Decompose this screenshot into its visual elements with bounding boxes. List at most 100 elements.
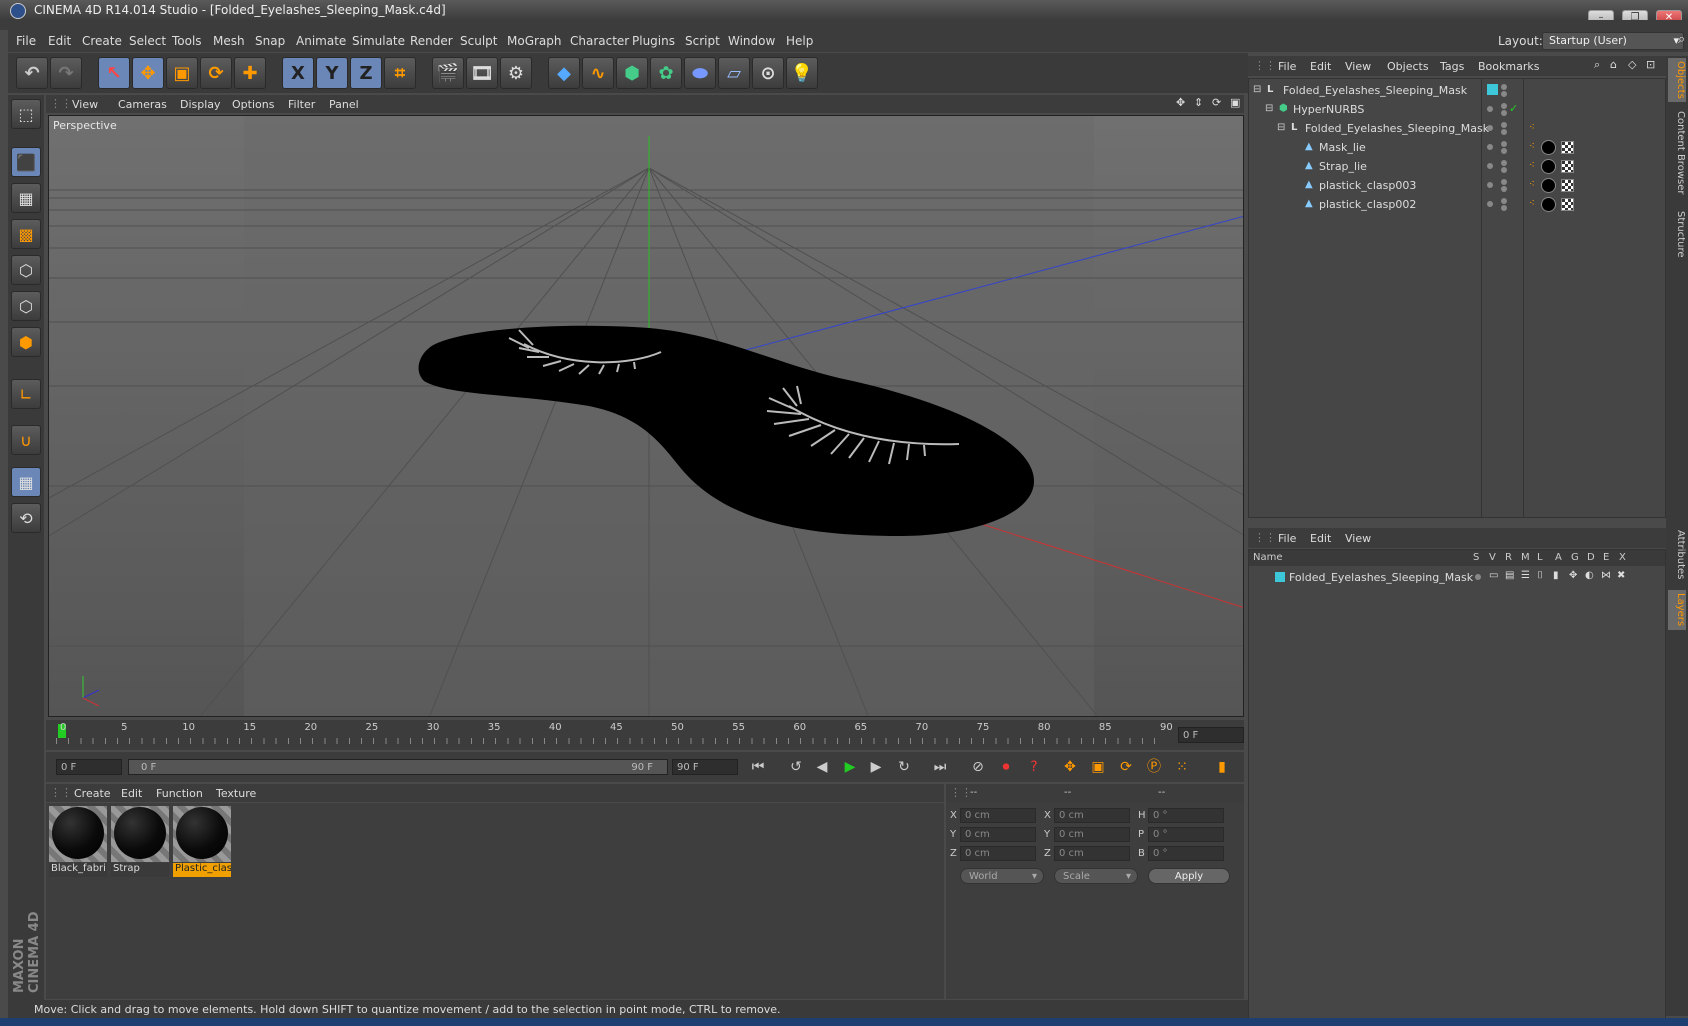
material-menu-function[interactable]: Function [156,787,203,800]
home-icon[interactable]: ⌂ [1610,58,1617,71]
menu-snap[interactable]: Snap [255,34,285,48]
editor-dot-icon[interactable] [1501,160,1507,166]
enabled-check-icon[interactable]: ✓ [1509,102,1518,115]
menu-window[interactable]: Window [728,34,775,48]
object-row[interactable]: ▲ plastick_clasp002 ⁖ [1249,195,1665,214]
material-swatch[interactable]: Black_fabri [49,806,107,878]
editor-dot-icon[interactable] [1501,198,1507,204]
add-icon[interactable]: ✚ [234,57,266,89]
viewport-menu-options[interactable]: Options [232,98,274,111]
select-icon[interactable]: ↖ [98,57,130,89]
object-row[interactable]: ▲ plastick_clasp003 ⁖ [1249,176,1665,195]
floor-icon[interactable]: ▱ [718,57,750,89]
objects-menu-bookmarks[interactable]: Bookmarks [1478,60,1539,73]
column-solo[interactable]: S [1473,552,1479,563]
render-dot-icon[interactable] [1501,129,1507,135]
objects-menu-tags[interactable]: Tags [1440,60,1464,73]
xref-toggle-icon[interactable]: ✖ [1617,570,1625,581]
material-tag-icon[interactable] [1541,140,1556,155]
key-scale-icon[interactable]: ▣ [1086,755,1110,779]
objects-menu-view[interactable]: View [1345,60,1371,73]
phong-tag-icon[interactable]: ⁖ [1529,180,1539,190]
rotate-view-icon[interactable]: ⟳ [1212,96,1221,109]
redo-icon[interactable]: ↷ [50,57,82,89]
previous-key-icon[interactable]: ↺ [784,755,808,779]
rotation-p-field[interactable]: 0 ° [1148,827,1224,842]
lock-toggle-icon[interactable]: ⌷ [1537,570,1543,581]
locked-workplane-icon[interactable]: ⟲ [11,503,41,533]
model-mode-icon[interactable]: ⬛ [11,147,41,177]
edges-mode-icon[interactable]: ⬡ [11,291,41,321]
visibility-dot-icon[interactable] [1487,106,1493,112]
menu-tools[interactable]: Tools [172,34,202,48]
tab-layers[interactable]: Layers [1668,590,1686,630]
collapse-toggle-icon[interactable]: ⊟ [1265,103,1276,114]
layer-color-swatch[interactable] [1275,572,1285,582]
key-pla-icon[interactable]: ⁙ [1170,755,1194,779]
drag-handle-icon[interactable]: ⋮⋮ [1254,531,1276,544]
cube-icon[interactable]: ◆ [548,57,580,89]
visibility-dot-icon[interactable] [1487,201,1493,207]
manager-toggle-icon[interactable]: ☰ [1521,570,1530,581]
search-icon[interactable]: ⌕ [1678,32,1685,47]
scale-icon[interactable]: ▣ [166,57,198,89]
editor-dot-icon[interactable] [1501,179,1507,185]
polygons-mode-icon[interactable]: ⬢ [11,327,41,357]
material-tag-icon[interactable] [1541,197,1556,212]
rotation-h-field[interactable]: 0 ° [1148,808,1224,823]
tab-structure[interactable]: Structure [1668,206,1686,262]
render-dot-icon[interactable] [1501,205,1507,211]
points-mode-icon[interactable]: ⬡ [11,255,41,285]
menu-script[interactable]: Script [685,34,720,48]
menu-help[interactable]: Help [786,34,813,48]
record-keys-icon[interactable]: ⊘ [966,755,990,779]
uvw-tag-icon[interactable] [1561,141,1574,154]
position-y-field[interactable]: 0 cm [960,827,1036,842]
coordinate-mode-dropdown[interactable]: World ▾ [960,868,1044,884]
column-generators[interactable]: G [1571,552,1579,563]
material-tag-icon[interactable] [1541,178,1556,193]
transform-mode-dropdown[interactable]: Scale ▾ [1054,868,1138,884]
size-x-field[interactable]: 0 cm [1054,808,1130,823]
new-window-icon[interactable]: ⊡ [1646,58,1655,71]
viewport-menu-panel[interactable]: Panel [329,98,359,111]
previous-frame-icon[interactable]: ◀ [810,755,834,779]
pan-view-icon[interactable]: ✥ [1176,96,1185,109]
column-deformers[interactable]: D [1587,552,1595,563]
size-z-field[interactable]: 0 cm [1054,846,1130,861]
layout-dropdown[interactable]: Startup (User) ▾ [1542,32,1684,50]
size-y-field[interactable]: 0 cm [1054,827,1130,842]
material-swatch[interactable]: Strap [111,806,169,878]
uvw-tag-icon[interactable] [1561,179,1574,192]
nurbs-icon[interactable]: ⬢ [616,57,648,89]
coordinate-system-icon[interactable]: ⌗ [384,57,416,89]
frame-range-slider[interactable]: 0 F 90 F [128,759,668,775]
tab-attributes[interactable]: Attributes [1668,526,1686,584]
column-xref[interactable]: X [1619,552,1626,563]
tab-objects[interactable]: Objects [1668,58,1686,102]
camera-icon[interactable]: ⊙ [752,57,784,89]
visibility-dot-icon[interactable] [1487,144,1493,150]
phong-tag-icon[interactable]: ⁖ [1529,199,1539,209]
menu-mograph[interactable]: MoGraph [507,34,562,48]
phong-tag-icon[interactable]: ⁖ [1529,123,1539,133]
timeline-ruler[interactable]: 0 5 10 15 20 25 30 35 40 45 50 55 60 65 70 75 80 85 90 0 F [46,720,1244,750]
zoom-view-icon[interactable]: ⇕ [1194,96,1203,109]
editor-dot-icon[interactable] [1501,103,1507,109]
viewport-menu-view[interactable]: View [72,98,98,111]
collapse-toggle-icon[interactable]: ⊟ [1277,122,1288,133]
uvw-tag-icon[interactable] [1561,160,1574,173]
menu-simulate[interactable]: Simulate [352,34,405,48]
visibility-dot-icon[interactable] [1487,182,1493,188]
render-dot-icon[interactable] [1501,148,1507,154]
next-key-icon[interactable]: ↻ [892,755,916,779]
menu-render[interactable]: Render [410,34,453,48]
material-menu-edit[interactable]: Edit [121,787,142,800]
layers-menu-view[interactable]: View [1345,532,1371,545]
deformer-icon[interactable]: ⬬ [684,57,716,89]
drag-handle-icon[interactable]: ⋮⋮ [1254,59,1276,72]
material-menu-texture[interactable]: Texture [216,787,256,800]
menu-edit[interactable]: Edit [48,34,71,48]
drag-handle-icon[interactable]: ⋮⋮ [50,786,72,799]
keyframe-selection-icon[interactable]: ? [1022,755,1046,779]
